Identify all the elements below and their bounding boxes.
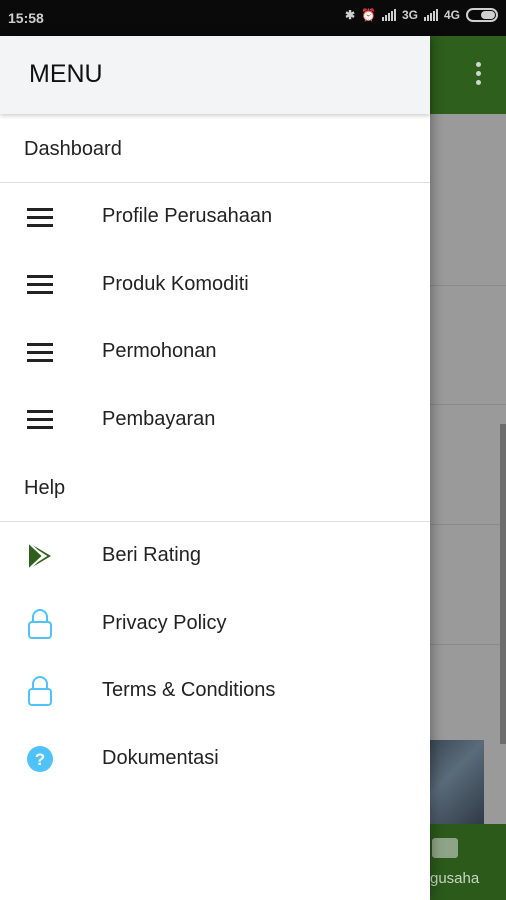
status-bar: 15:58 ✱ ⏰ 3G 4G bbox=[0, 0, 506, 36]
menu-item-label: Permohonan bbox=[102, 340, 217, 362]
help-icon: ? bbox=[26, 745, 54, 772]
drawer-header: MENU bbox=[0, 36, 430, 114]
play-store-icon bbox=[26, 542, 54, 570]
section-label: Dashboard bbox=[24, 138, 122, 160]
menu-item-label: Profile Perusahaan bbox=[102, 205, 273, 227]
menu-item-label: Terms & Conditions bbox=[102, 679, 276, 701]
list-divider bbox=[430, 644, 506, 645]
drawer-title: MENU bbox=[29, 60, 103, 88]
list-divider bbox=[430, 404, 506, 405]
menu-icon bbox=[26, 272, 54, 298]
navigation-drawer: MENU Dashboard Profile Perusahaan Produk… bbox=[0, 36, 430, 900]
menu-item-label: Dokumentasi bbox=[102, 746, 219, 769]
menu-icon bbox=[26, 407, 54, 433]
menu-item-label: Beri Rating bbox=[102, 544, 201, 566]
status-time: 15:58 bbox=[8, 10, 44, 26]
menu-item-produk-komoditi[interactable]: Produk Komoditi bbox=[0, 251, 430, 319]
menu-item-label: Pembayaran bbox=[102, 407, 216, 430]
section-label: Help bbox=[24, 477, 66, 499]
network-type-2: 4G bbox=[443, 8, 460, 22]
alarm-icon: ⏰ bbox=[361, 8, 376, 22]
lock-icon bbox=[26, 608, 54, 639]
signal-icon bbox=[423, 9, 438, 21]
signal-icon bbox=[381, 9, 396, 21]
menu-item-label: Privacy Policy bbox=[102, 611, 227, 634]
section-header-dashboard: Dashboard bbox=[0, 114, 430, 182]
section-header-help: Help bbox=[0, 453, 430, 521]
menu-icon bbox=[26, 339, 54, 365]
svg-text:?: ? bbox=[35, 750, 45, 769]
menu-icon bbox=[26, 204, 54, 230]
bottom-nav-item[interactable]: gusaha bbox=[430, 824, 506, 900]
list-divider bbox=[430, 285, 506, 286]
scrollbar[interactable] bbox=[500, 424, 506, 744]
list-divider bbox=[430, 524, 506, 525]
bottom-nav-label: gusaha bbox=[430, 870, 480, 887]
menu-item-privacy-policy[interactable]: Privacy Policy bbox=[0, 590, 430, 658]
menu-item-pembayaran[interactable]: Pembayaran bbox=[0, 386, 430, 454]
menu-item-terms-conditions[interactable]: Terms & Conditions bbox=[0, 657, 430, 725]
battery-icon bbox=[466, 8, 498, 22]
content-image bbox=[430, 740, 484, 824]
lock-icon bbox=[26, 676, 54, 706]
menu-item-dokumentasi[interactable]: ? Dokumentasi bbox=[0, 725, 430, 793]
network-type-1: 3G bbox=[401, 8, 418, 22]
menu-item-permohonan[interactable]: Permohonan bbox=[0, 318, 430, 386]
menu-item-beri-rating[interactable]: Beri Rating bbox=[0, 522, 430, 590]
briefcase-icon bbox=[432, 838, 458, 858]
menu-item-profile-perusahaan[interactable]: Profile Perusahaan bbox=[0, 183, 430, 251]
more-options-icon[interactable] bbox=[476, 62, 482, 85]
bluetooth-icon: ✱ bbox=[344, 8, 356, 22]
menu-item-label: Produk Komoditi bbox=[102, 272, 249, 295]
